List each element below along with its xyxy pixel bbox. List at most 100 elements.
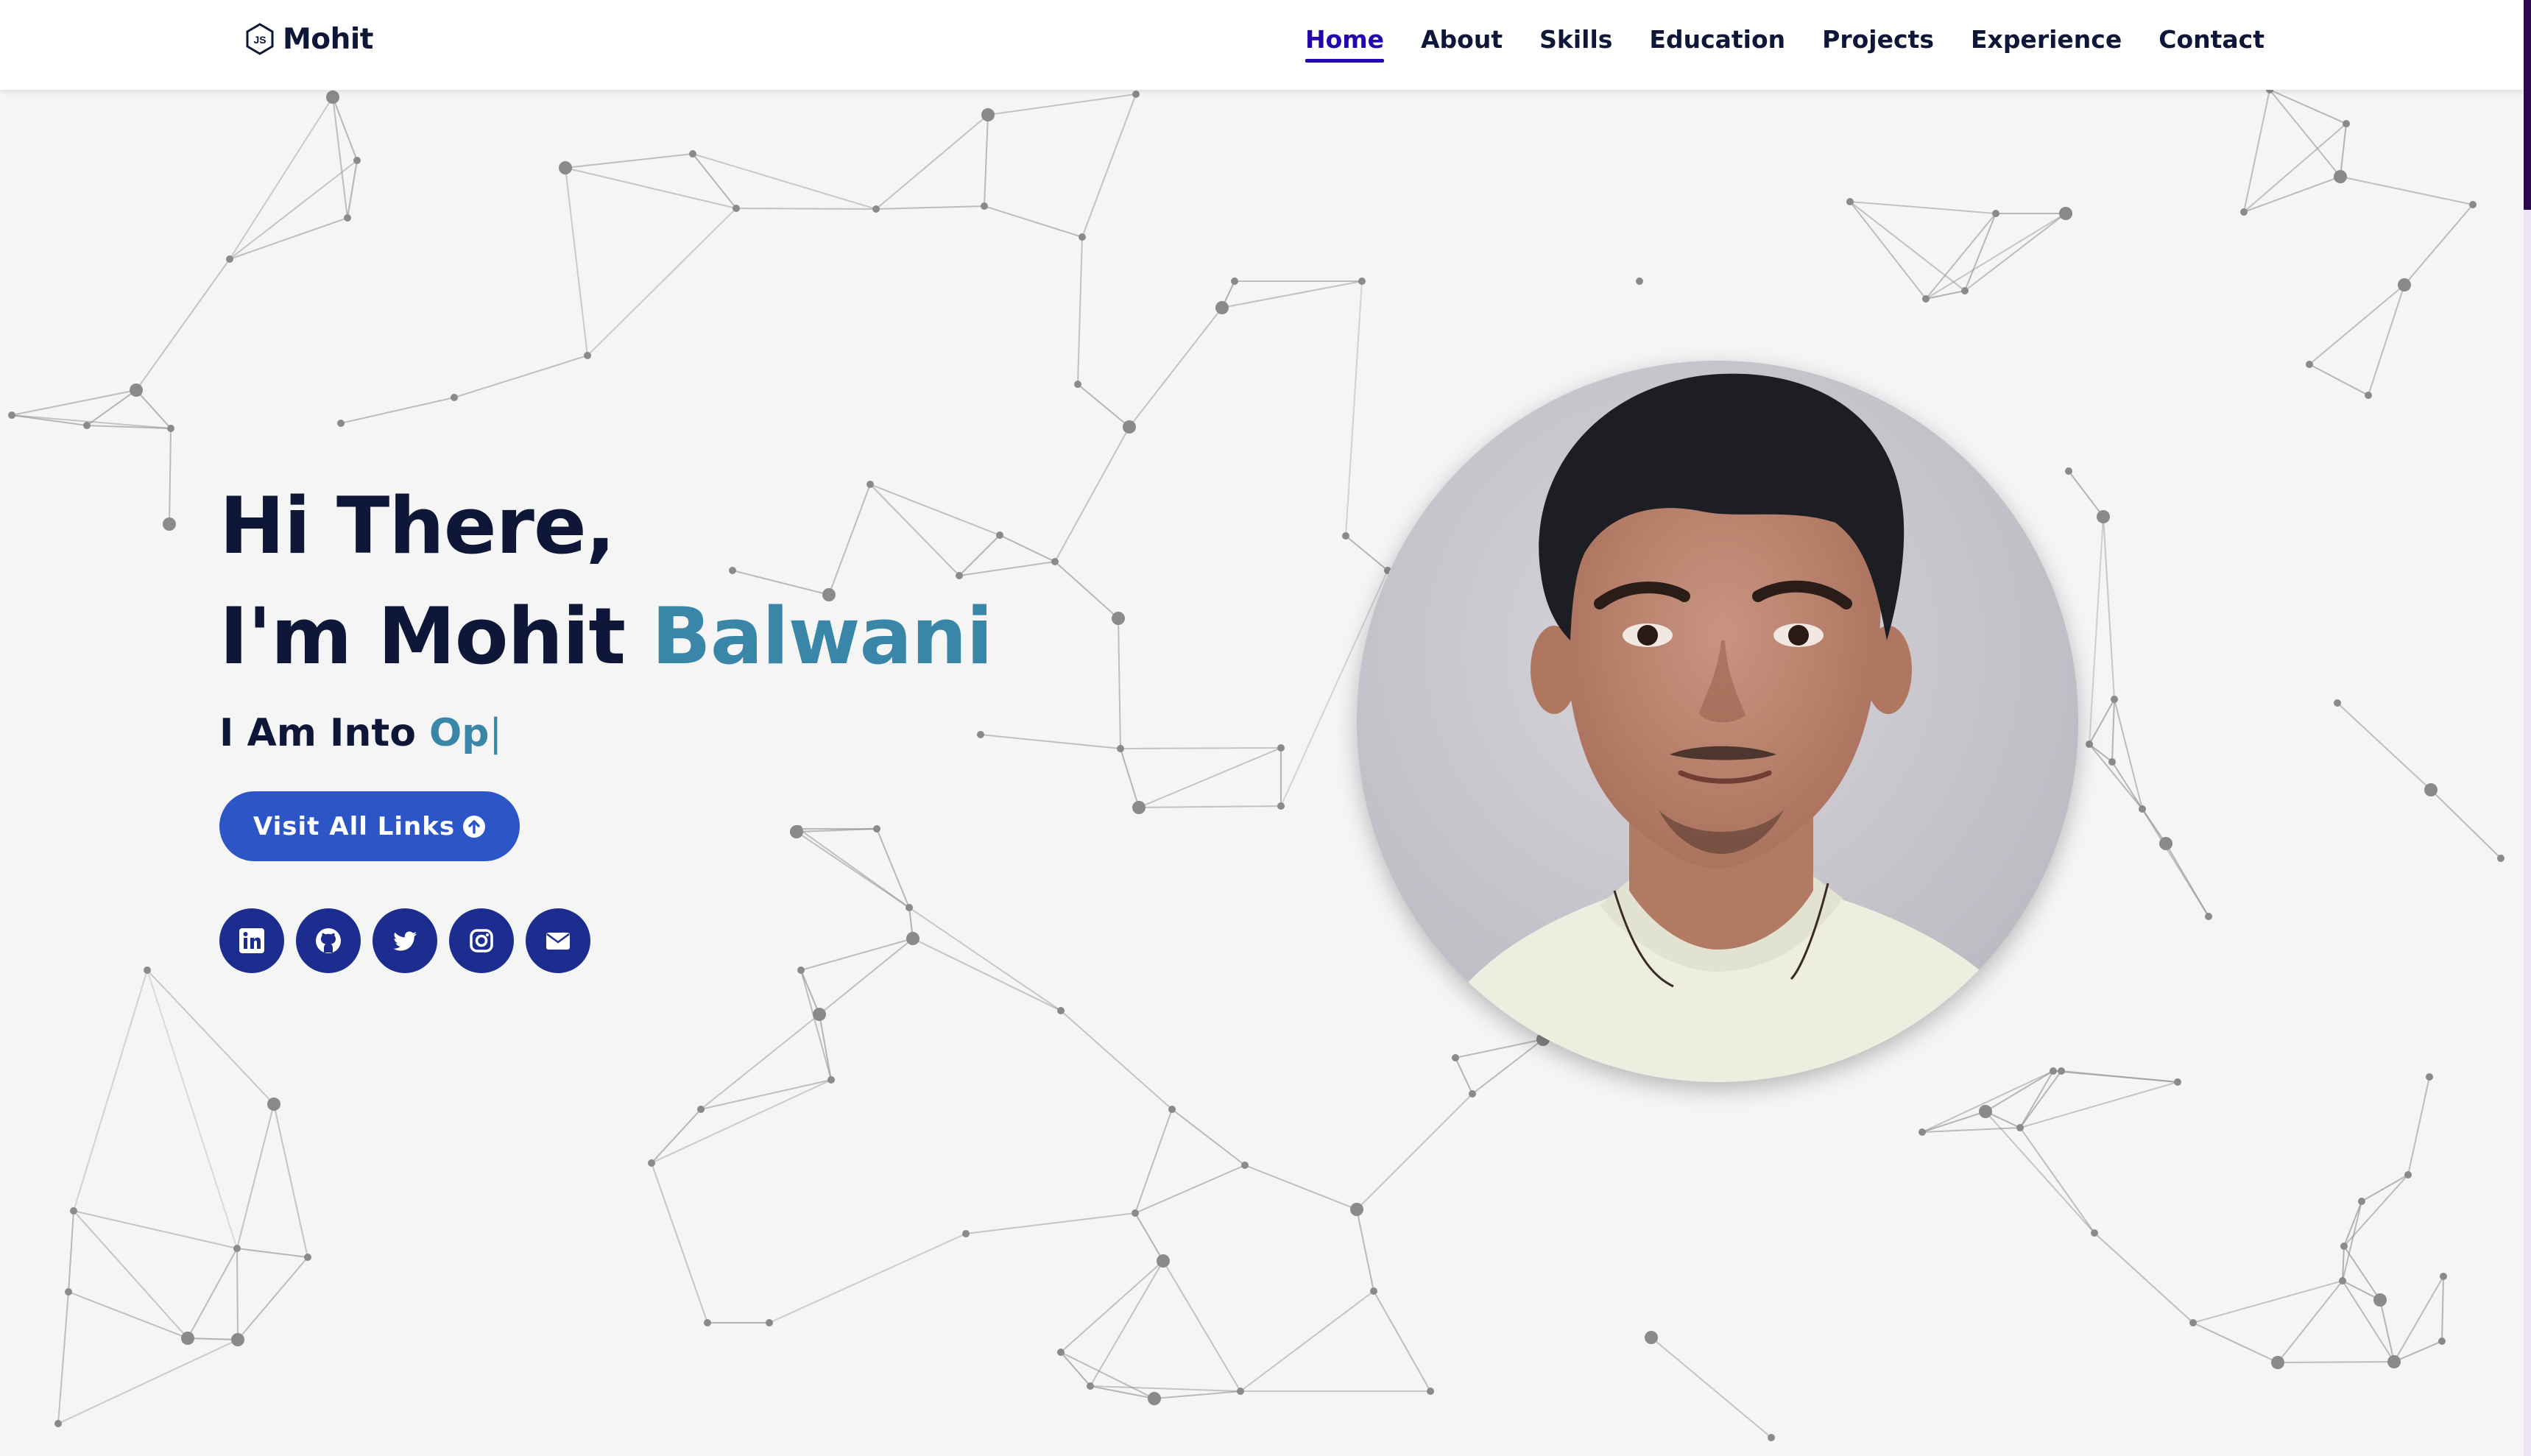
email-button[interactable] — [526, 908, 590, 973]
network-link — [565, 167, 588, 356]
twitter-icon — [393, 931, 417, 951]
twitter-button[interactable] — [373, 908, 437, 973]
network-link — [2243, 176, 2341, 213]
network-link — [2404, 204, 2474, 286]
visit-all-links-button[interactable]: Visit All Links — [219, 791, 520, 861]
network-link — [1356, 1209, 1374, 1292]
network-link — [984, 114, 989, 207]
typed-cursor: | — [489, 711, 503, 755]
network-link — [1129, 307, 1223, 428]
network-link — [1060, 1260, 1164, 1353]
network-node — [2240, 208, 2248, 216]
network-link — [1138, 747, 1282, 808]
network-node — [2174, 1078, 2181, 1086]
network-node — [1123, 420, 1136, 434]
network-node — [337, 420, 345, 427]
network-link — [229, 160, 358, 260]
network-link — [1849, 201, 1966, 291]
network-node — [1922, 295, 1930, 303]
network-node — [2387, 1355, 2401, 1368]
network-node — [226, 255, 233, 263]
nav-item-home[interactable]: Home — [1305, 25, 1385, 63]
envelope-icon — [546, 933, 570, 950]
network-node — [2097, 510, 2110, 523]
brand-logo[interactable]: JS Mohit — [243, 22, 373, 56]
network-link — [2019, 1127, 2095, 1234]
nav-menu: Home About Skills Education Projects Exp… — [1305, 25, 2265, 63]
network-node — [267, 1098, 280, 1111]
network-link — [692, 153, 877, 210]
network-link — [135, 258, 230, 391]
network-node — [1645, 1331, 1658, 1344]
network-link — [1060, 1010, 1173, 1110]
network-link — [2342, 1280, 2395, 1363]
linkedin-icon — [239, 928, 264, 953]
network-link — [1925, 213, 1997, 300]
network-node — [1231, 278, 1238, 285]
network-link — [2379, 1299, 2395, 1363]
network-link — [347, 160, 358, 219]
network-link — [2337, 702, 2432, 791]
network-node — [1342, 532, 1349, 540]
network-link — [769, 1233, 967, 1324]
network-node — [648, 1159, 655, 1167]
network-node — [873, 825, 880, 833]
network-node — [704, 1319, 711, 1326]
network-node — [2334, 699, 2341, 707]
network-node — [1427, 1388, 1434, 1395]
network-node — [2358, 1198, 2365, 1205]
network-link — [800, 969, 820, 1015]
network-node — [83, 422, 91, 429]
github-button[interactable] — [296, 908, 361, 973]
nav-item-about[interactable]: About — [1421, 25, 1503, 61]
nav-item-education[interactable]: Education — [1649, 25, 1785, 61]
network-link — [229, 217, 348, 260]
network-node — [1241, 1162, 1249, 1169]
instagram-button[interactable] — [449, 908, 514, 973]
nav-item-projects[interactable]: Projects — [1822, 25, 1934, 61]
nav-item-contact[interactable]: Contact — [2158, 25, 2265, 61]
network-node — [827, 1076, 835, 1084]
network-link — [1345, 280, 1363, 537]
network-node — [451, 394, 458, 401]
network-node — [559, 161, 572, 174]
instagram-icon — [470, 929, 493, 953]
network-node — [1358, 278, 1366, 285]
network-node — [326, 91, 339, 104]
linkedin-button[interactable] — [219, 908, 284, 973]
network-link — [2277, 1280, 2343, 1363]
network-link — [1221, 280, 1363, 308]
network-node — [65, 1288, 72, 1296]
scrollbar[interactable] — [2524, 0, 2531, 1456]
network-link — [57, 1291, 69, 1424]
network-link — [2068, 470, 2104, 517]
network-node — [1452, 1054, 1459, 1061]
network-link — [135, 389, 172, 429]
network-node — [906, 932, 919, 945]
network-node — [2271, 1356, 2284, 1369]
network-node — [2426, 1073, 2433, 1081]
network-node — [1057, 1007, 1065, 1014]
network-node — [1979, 1105, 1992, 1118]
network-link — [1985, 1070, 2054, 1112]
network-node — [872, 205, 880, 213]
network-link — [2089, 516, 2104, 745]
social-links — [219, 908, 590, 973]
network-node — [766, 1319, 773, 1326]
network-link — [2277, 1361, 2395, 1363]
network-link — [2019, 1070, 2062, 1128]
network-link — [340, 397, 455, 424]
scrollbar-thumb[interactable] — [2524, 0, 2531, 210]
nav-item-skills[interactable]: Skills — [1539, 25, 1612, 61]
network-node — [1057, 1349, 1065, 1356]
network-link — [2393, 1340, 2443, 1363]
network-node — [2398, 278, 2411, 291]
network-link — [908, 907, 1062, 1011]
network-link — [2309, 284, 2405, 365]
network-link — [1849, 201, 1927, 300]
hero-greeting: Hi There, — [219, 481, 615, 571]
nav-item-experience[interactable]: Experience — [1971, 25, 2122, 61]
network-node — [2469, 201, 2477, 208]
network-link — [1060, 1351, 1091, 1387]
network-link — [2441, 1276, 2444, 1342]
